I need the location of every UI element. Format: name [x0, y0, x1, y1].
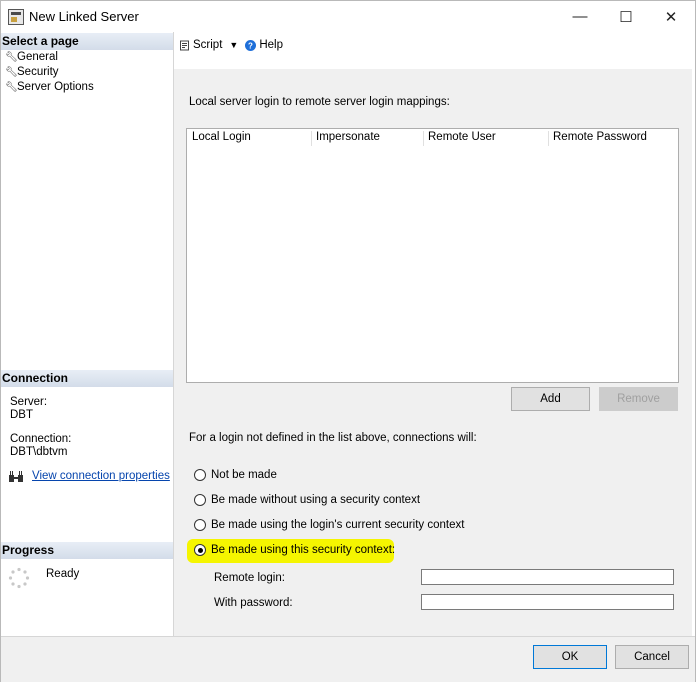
column-header-local-login[interactable]: Local Login: [192, 131, 251, 143]
not-defined-label: For a login not defined in the list abov…: [189, 432, 477, 444]
maximize-button[interactable]: ☐: [603, 1, 649, 32]
help-icon: ?: [245, 39, 257, 51]
radio-label: Be made without using a security context: [211, 494, 421, 506]
connection-label: Connection:: [10, 433, 72, 445]
page-item-label: Server Options: [17, 81, 94, 93]
server-label: Server:: [10, 396, 48, 408]
progress-status: Ready: [46, 568, 80, 580]
linked-server-icon: [8, 9, 24, 25]
progress-spinner-icon: [8, 567, 30, 589]
script-label: Script: [193, 39, 223, 51]
close-button[interactable]: ✕: [648, 1, 694, 32]
select-page-header: Select a page: [1, 33, 173, 50]
remote-login-input[interactable]: [421, 569, 674, 585]
wrench-icon: 🔧︎: [5, 81, 18, 93]
svg-text:?: ?: [248, 41, 253, 50]
radio-label: Be made using this security context:: [211, 544, 396, 556]
minimize-button[interactable]: —: [557, 1, 603, 32]
radio-this-security-context[interactable]: Be made using this security context:: [194, 544, 395, 556]
maximize-icon: ☐: [619, 8, 633, 26]
mappings-label: Local server login to remote server logi…: [189, 96, 450, 108]
connection-properties-icon: [9, 471, 23, 482]
left-pane: Select a page 🔧︎ General 🔧︎ Security 🔧︎ …: [1, 32, 174, 636]
window-title: New Linked Server: [29, 9, 139, 24]
radio-button[interactable]: [194, 494, 206, 506]
password-input[interactable]: [421, 594, 674, 610]
radio-label: Be made using the login's current securi…: [211, 519, 465, 531]
title-bar[interactable]: New Linked Server — ☐ ✕: [1, 1, 695, 32]
column-divider[interactable]: [311, 131, 312, 146]
progress-header: Progress: [1, 542, 173, 559]
with-password-label: With password:: [214, 597, 293, 609]
remove-button[interactable]: Remove: [599, 387, 678, 411]
radio-without-security-context[interactable]: Be made without using a security context: [194, 494, 420, 506]
connection-header: Connection: [1, 370, 173, 387]
radio-button-selected[interactable]: [194, 544, 206, 556]
remote-login-label: Remote login:: [214, 572, 285, 584]
page-item-label: General: [17, 51, 58, 63]
toolbar: Script ▼ ? Help: [174, 32, 695, 58]
help-button[interactable]: ? Help: [245, 39, 283, 51]
script-dropdown-icon[interactable]: ▼: [229, 40, 238, 50]
login-mappings-grid[interactable]: Local Login Impersonate Remote User Remo…: [186, 128, 679, 383]
radio-label: Not be made: [211, 469, 277, 481]
minimize-icon: —: [572, 8, 588, 25]
dialog-footer: OK Cancel: [1, 636, 695, 682]
radio-button[interactable]: [194, 469, 206, 481]
column-divider[interactable]: [548, 131, 549, 146]
view-connection-properties-link[interactable]: View connection properties: [32, 470, 170, 482]
script-button[interactable]: Script: [179, 39, 222, 51]
page-item-general[interactable]: 🔧︎ General: [5, 51, 58, 63]
page-item-security[interactable]: 🔧︎ Security: [5, 66, 59, 78]
close-icon: ✕: [664, 8, 678, 26]
dialog-window: New Linked Server — ☐ ✕ Select a page 🔧︎…: [0, 0, 696, 682]
help-label: Help: [259, 39, 283, 51]
page-item-server-options[interactable]: 🔧︎ Server Options: [5, 81, 94, 93]
view-connection-properties-row: View connection properties: [8, 469, 170, 483]
script-icon: [180, 40, 189, 50]
column-header-impersonate[interactable]: Impersonate: [316, 131, 380, 143]
radio-button[interactable]: [194, 519, 206, 531]
column-divider[interactable]: [423, 131, 424, 146]
radio-current-security-context[interactable]: Be made using the login's current securi…: [194, 519, 464, 531]
server-value: DBT: [10, 409, 33, 421]
cancel-button[interactable]: Cancel: [615, 645, 689, 669]
column-header-remote-password[interactable]: Remote Password: [553, 131, 647, 143]
add-button[interactable]: Add: [511, 387, 590, 411]
ok-button[interactable]: OK: [533, 645, 607, 669]
wrench-icon: 🔧︎: [5, 51, 18, 63]
radio-not-be-made[interactable]: Not be made: [194, 469, 277, 481]
page-item-label: Security: [17, 66, 59, 78]
column-header-remote-user[interactable]: Remote User: [428, 131, 496, 143]
wrench-icon: 🔧︎: [5, 66, 18, 78]
connection-value: DBT\dbtvm: [10, 446, 68, 458]
